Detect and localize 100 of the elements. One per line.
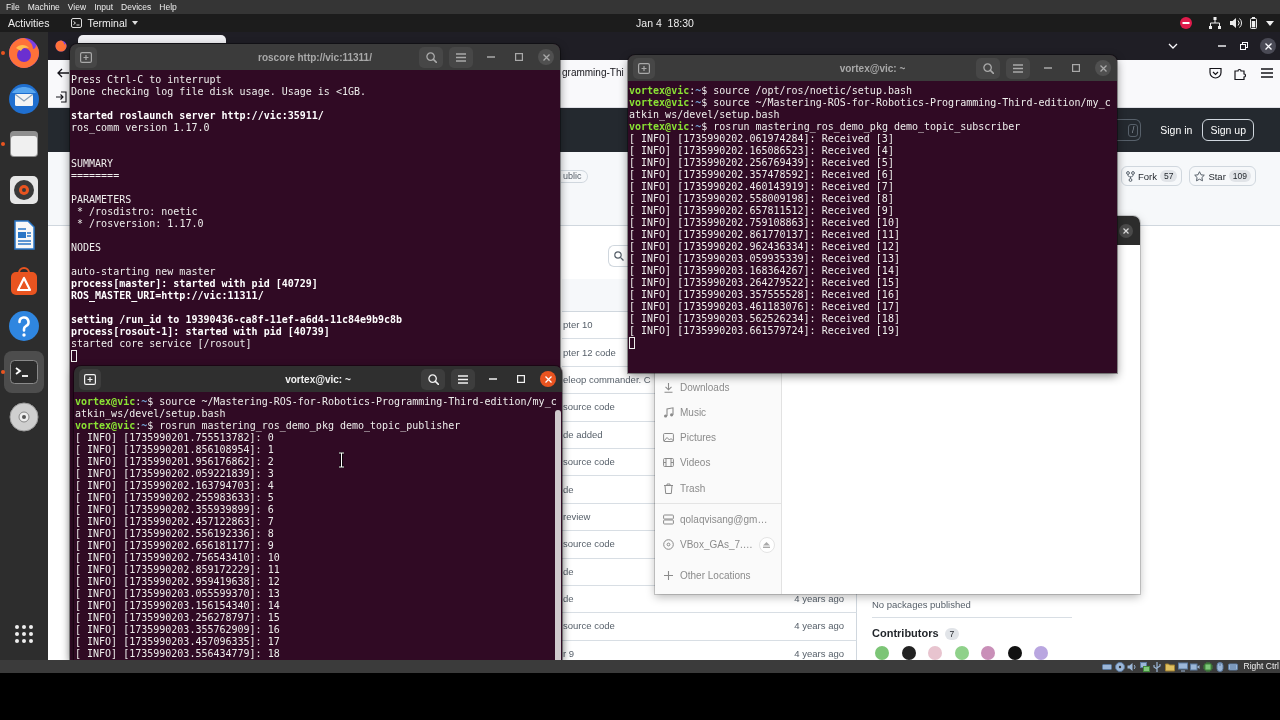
recording-icon [1190,661,1201,672]
output-line: [ INFO] [1735990203.256278797]: 15 [75,612,280,624]
minimize-icon [1044,67,1052,69]
row-text: source code [563,457,615,468]
menu-button[interactable] [1260,66,1274,80]
output-line: [ INFO] [1735990202.357478592]: Received [6] [629,169,894,181]
activities-button[interactable]: Activities [8,16,50,30]
search-button[interactable] [976,57,1000,79]
search-button[interactable] [419,46,443,68]
output-line: [ INFO] [1735990201.755513782]: 0 [75,432,274,444]
star-icon [1194,170,1206,182]
row-text: review [563,511,591,522]
output-line: Done checking log file disk usage. Usage is <1GB. [71,86,366,98]
extensions-button[interactable] [1233,66,1247,80]
back-arrow-icon [57,68,69,78]
app-grid-icon [14,624,34,644]
output-line: [ INFO] [1735990202.756543410]: 10 [75,552,280,564]
trash-icon [663,482,674,494]
search-button[interactable] [421,368,445,390]
menu-button[interactable] [451,368,475,390]
sign-in-link[interactable]: Sign in [1160,124,1193,136]
output-line: [ INFO] [1735990202.656181177]: 9 [75,540,274,552]
mouse-pointer-icon [338,452,345,468]
menu-item[interactable]: Help [155,0,181,14]
close-icon [1264,42,1272,50]
contributors-heading: Contributors [872,627,939,640]
maximize-icon [515,53,523,61]
menu-item[interactable]: Machine [23,0,64,14]
fork-button[interactable]: Fork 57 [1120,166,1183,186]
row-text: de [563,566,574,577]
caret-icon[interactable] [1266,20,1274,26]
window-title: vortex@vic: ~ [285,373,351,385]
output-line: [ INFO] [1735990203.355762909]: 16 [75,624,280,636]
search-icon [614,251,624,261]
output-line: [ INFO] [1735990201.856108954]: 1 [75,444,274,456]
menu-button[interactable] [449,46,473,68]
close-button[interactable] [540,371,556,387]
output-line: [ INFO] [1735990203.556434779]: 18 [75,648,280,660]
maximize-icon [1072,64,1080,72]
terminal-icon [71,18,83,28]
minimize-icon [487,56,495,58]
scrollbar[interactable] [555,410,561,660]
menu-item[interactable]: Input [90,0,118,14]
output-line: [ INFO] [1735990202.061974284]: Received [3] [629,133,894,145]
menu-icon [1261,68,1273,78]
display-icon [1177,661,1188,672]
eject-icon [763,541,771,548]
sidebar-item[interactable]: Other Locations [655,563,781,589]
output-line: [ INFO] [1735990202.657811512]: Received [9] [629,205,894,217]
new-tab-icon [80,51,92,63]
network-icon[interactable] [1209,17,1221,29]
row-text: de [563,484,574,495]
chevron-down-icon [1168,43,1178,49]
drive-icon [663,513,674,525]
star-button[interactable]: Star 109 [1189,166,1256,186]
avatar [954,646,969,660]
packages-text: No packages published [872,599,971,610]
output-line: [ INFO] [1735990202.558009198]: Received [8] [629,193,894,205]
shared-folder-icon [1165,661,1175,672]
volume-icon[interactable] [1230,17,1242,29]
mouse-icon [1215,661,1226,672]
avatar [1034,646,1048,660]
avatar [901,646,916,660]
save-button[interactable] [1208,66,1222,80]
sidebar-item[interactable]: Trash [655,475,781,501]
address-field[interactable]: gramming-Thi [562,66,628,80]
output-line: NODES [71,242,102,254]
output-line: [ INFO] [1735990202.861770137]: Received [11] [629,229,900,241]
row-text: eleop commander. C [563,374,651,385]
shield-icon [1208,67,1222,79]
flame-globe-icon [55,40,67,52]
new-tab-button[interactable] [79,368,101,390]
menu-button[interactable] [1006,57,1030,79]
output-line: [ INFO] [1735990202.556192336]: 8 [75,528,274,540]
new-tab-icon [84,373,96,385]
close-button[interactable] [1119,223,1133,238]
fork-count: 57 [1159,170,1178,182]
close-button[interactable] [1260,38,1276,54]
output-line: [ INFO] [1735990202.355939899]: 6 [75,504,274,516]
app-menu[interactable]: Terminal [71,16,139,30]
import-button[interactable] [54,89,68,104]
menu-item[interactable]: View [63,0,91,14]
close-icon [1123,227,1129,234]
menu-item[interactable]: Devices [117,0,156,14]
output-line: [ INFO] [1735990202.759108863]: Received [10] [629,217,900,229]
output-line: * /rosdistro: noetic [76,206,198,218]
do-not-disturb-icon[interactable] [1180,17,1192,29]
battery-icon[interactable] [1250,17,1257,29]
row-text: de [563,594,574,605]
host-key-label: Right Ctrl [1243,660,1279,673]
row-text: pter 12 code [563,347,616,358]
audio-icon [1127,661,1138,672]
menu-icon [1013,63,1023,73]
output-line: [ INFO] [1735990202.255983633]: 5 [75,492,274,504]
clock[interactable]: Jan 4 18:30 [636,16,694,30]
avatar [1007,646,1022,660]
menu-item[interactable]: File [2,0,24,14]
film-icon [663,457,674,469]
maximize-icon [517,375,525,383]
sign-up-button[interactable]: Sign up [1202,119,1254,141]
